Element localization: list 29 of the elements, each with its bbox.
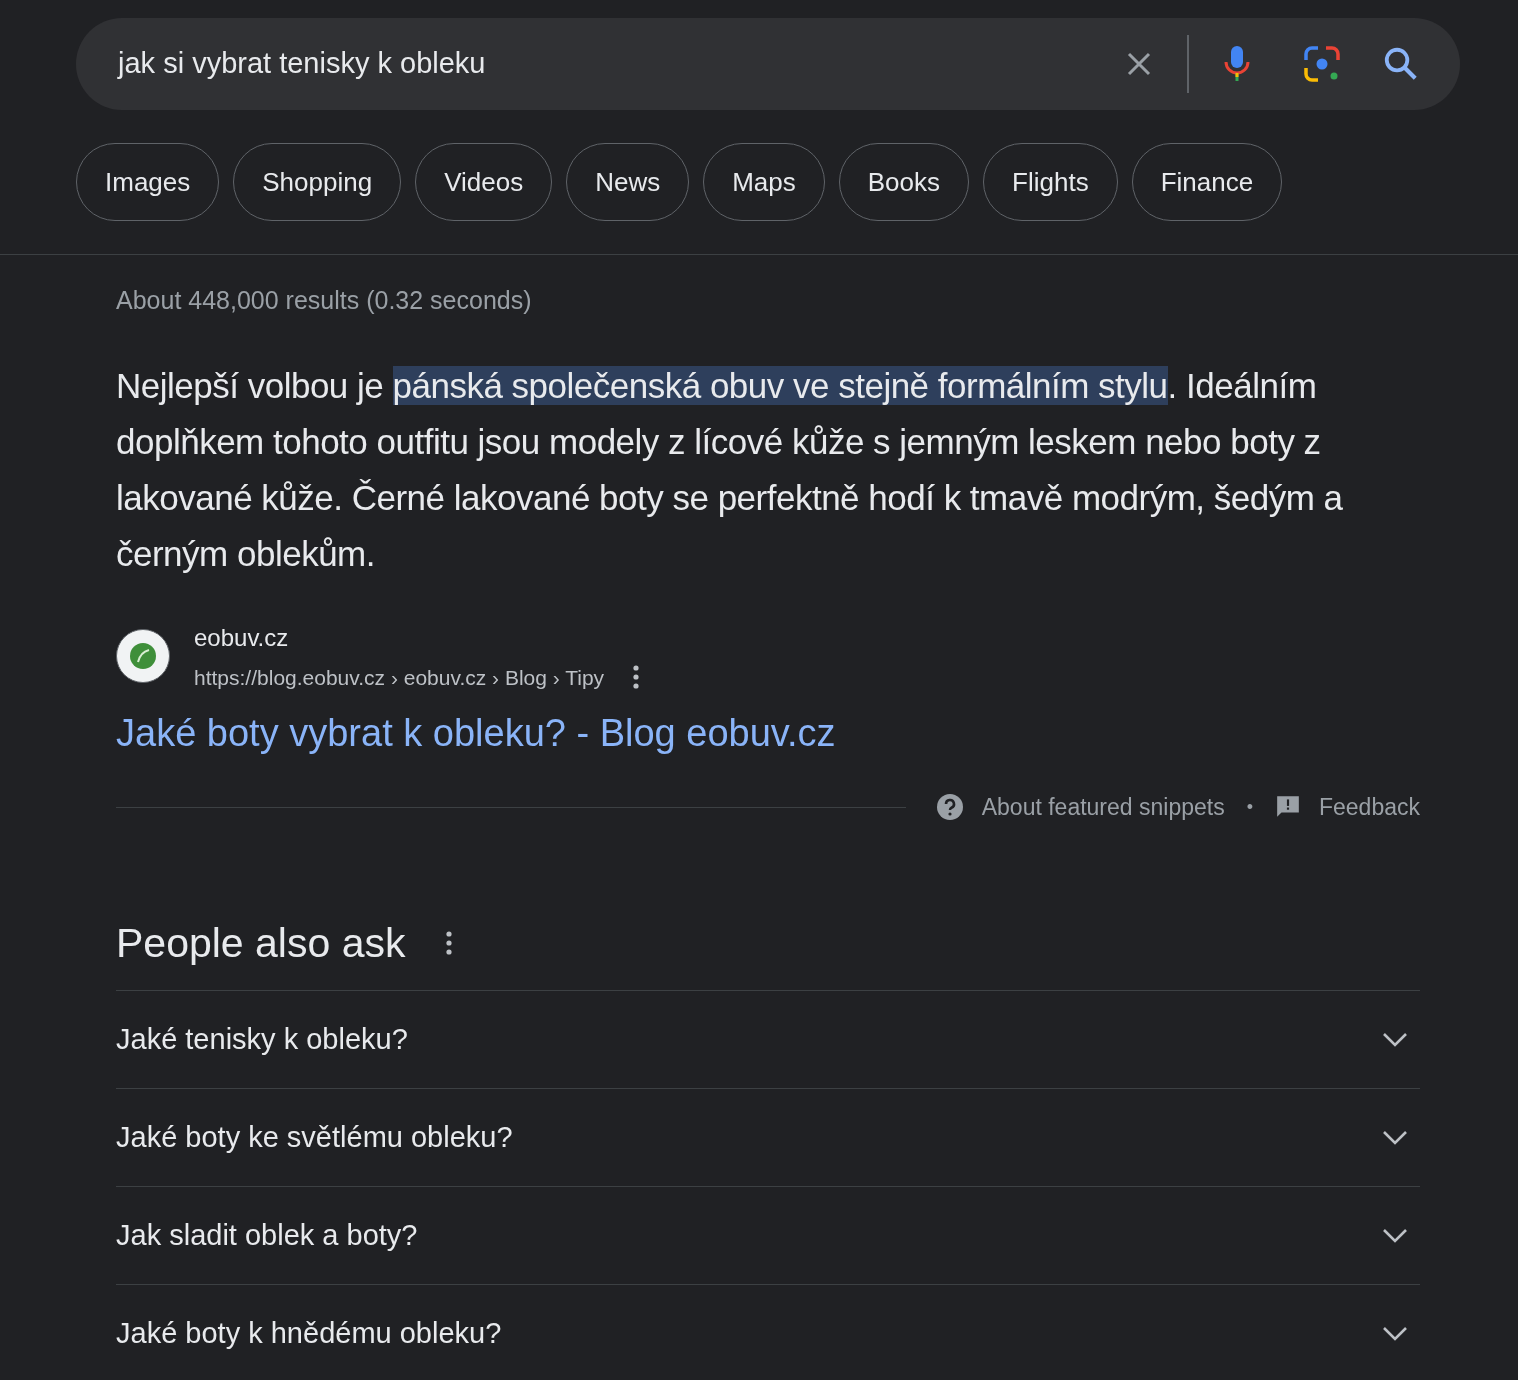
camera-lens-icon[interactable] [1302,44,1342,84]
site-name[interactable]: eobuv.cz [194,619,641,656]
question-text[interactable]: Jaké boty k hnědému obleku? [116,1311,502,1356]
separator-dot: • [1246,795,1253,819]
featured-snippet-text: Nejlepší volbou je pánská společenská obuv ve stejně formálním stylu. Ideálním doplňkem tohoto outfitu jsou modely z lícové kůže s jemným leskem nebo boty z lakované kůže. Černé lakované boty se perfektně hodí k tmavě modrým, šedým a černým oblekům. [116,364,1344,575]
site-url[interactable]: https://blog.eobuv.cz › eobuv.cz › Blog › Tipy [194,661,605,693]
question-text[interactable]: Jaké boty ke světlému obleku? [116,1115,513,1160]
more-options-icon[interactable] [445,930,454,957]
leaf-icon [129,642,157,671]
more-options-icon[interactable] [632,664,641,691]
question-text[interactable]: Jaké tenisky k obleku? [116,1017,408,1062]
chevron-icon[interactable] [1382,1031,1408,1048]
feedback-link[interactable]: Feedback [1319,790,1420,825]
result-stats: About 448,000 results (0.32 seconds) [116,285,533,316]
microphone-icon[interactable] [1222,44,1252,84]
help-icon[interactable] [935,793,964,822]
chevron-icon[interactable] [1382,1227,1408,1244]
search-query[interactable]: jak si vybrat tenisky k obleku [118,42,1124,86]
question-text[interactable]: Jak sladit oblek a boty? [116,1213,418,1258]
chevron-icon[interactable] [1382,1325,1408,1342]
search-bar[interactable]: jak si vybrat tenisky k obleku [76,18,1460,110]
question-row[interactable]: Jaké boty k hnědému obleku? [116,1284,1420,1380]
question-row[interactable]: Jaké tenisky k obleku? [116,990,1420,1088]
question-row[interactable]: Jaké boty ke světlému obleku? [116,1088,1420,1186]
section-heading: People also ask [116,918,406,968]
chevron-icon[interactable] [1382,1129,1408,1146]
question-row[interactable]: Jak sladit oblek a boty? [116,1186,1420,1284]
result-title-link[interactable]: Jaké boty vybrat k obleku? - Blog eobuv.cz [116,705,1420,762]
about-snippets-link[interactable]: About featured snippets [981,790,1225,825]
